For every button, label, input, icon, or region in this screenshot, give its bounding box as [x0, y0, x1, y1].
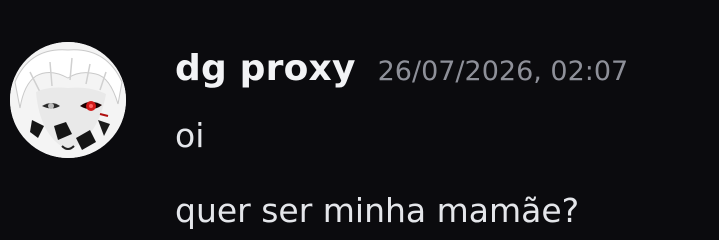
avatar[interactable]: [10, 42, 126, 158]
anime-avatar-icon: [10, 42, 126, 158]
message-text-line: oi: [175, 116, 205, 155]
author-name[interactable]: dg proxy: [175, 48, 356, 89]
chat-message: dg proxy 26/07/2026, 02:07 oi quer ser m…: [0, 0, 719, 240]
message-timestamp: 26/07/2026, 02:07: [377, 56, 629, 87]
message-header: dg proxy 26/07/2026, 02:07: [175, 48, 628, 89]
message-text-line: quer ser minha mamãe?: [175, 191, 580, 230]
